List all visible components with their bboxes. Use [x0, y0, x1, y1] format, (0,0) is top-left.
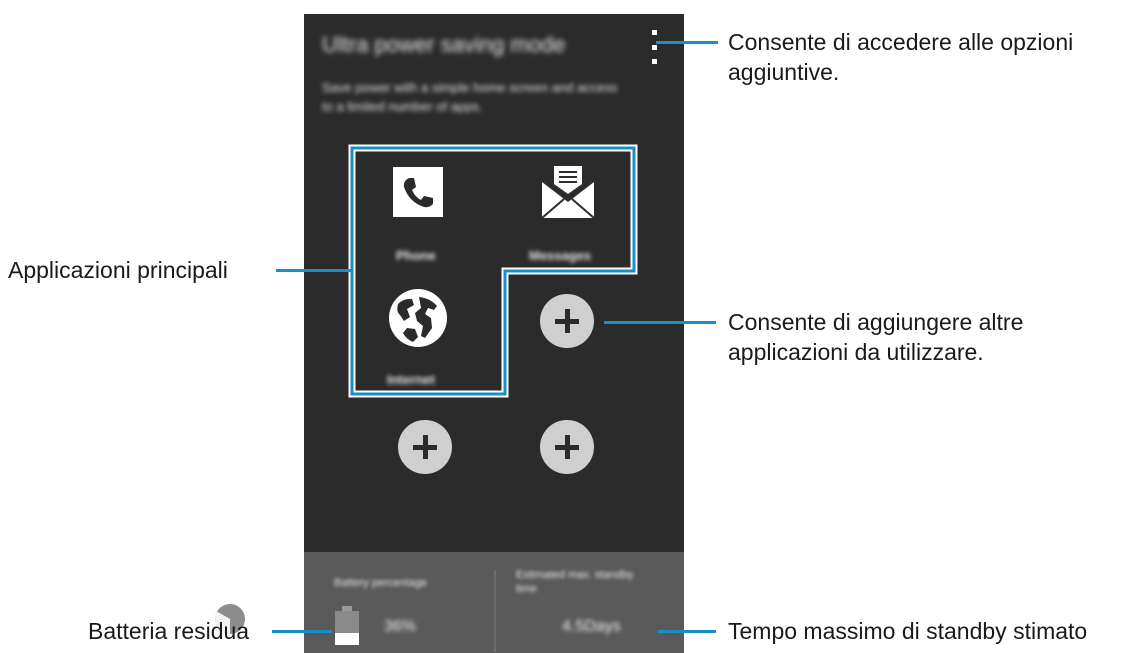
app-phone[interactable]: Phone	[374, 162, 464, 263]
callout-line-main-apps	[276, 269, 352, 272]
callout-line-add-apps	[604, 321, 716, 324]
divider	[494, 570, 496, 652]
envelope-icon	[541, 166, 595, 219]
app-label-phone: Phone	[396, 248, 436, 263]
callout-battery: Batteria residua	[88, 618, 250, 644]
add-app-button[interactable]	[540, 294, 594, 348]
callout-line-battery	[272, 630, 332, 633]
add-app-button[interactable]	[398, 420, 452, 474]
globe-icon	[389, 289, 447, 347]
add-app-button[interactable]	[540, 420, 594, 474]
app-internet[interactable]: Internet	[374, 286, 484, 387]
app-label-internet: Internet	[387, 372, 435, 387]
callout-line-options	[656, 41, 718, 44]
status-bar: Battery percentage 36% Estimated max. st…	[304, 552, 684, 653]
callout-add-apps: Consente di aggiungere altre applicazion…	[728, 309, 1024, 365]
standby-label: Estimated max. standby time	[516, 569, 634, 595]
standby-value: 4.5Days	[562, 618, 621, 635]
phone-icon	[393, 167, 443, 217]
app-label-messages: Messages	[529, 248, 592, 263]
callout-line-standby	[658, 630, 716, 633]
callout-options: Consente di accedere alle opzioni aggiun…	[728, 29, 1074, 85]
battery-label: Battery percentage	[334, 577, 427, 589]
app-messages[interactable]: Messages	[514, 162, 624, 263]
callout-main-apps: Applicazioni principali	[8, 257, 228, 283]
battery-value: 36%	[384, 618, 417, 635]
battery-icon	[335, 606, 359, 645]
phone-screen: Ultra power saving mode Save power with …	[304, 14, 684, 653]
callout-standby: Tempo massimo di standby stimato	[728, 618, 1088, 644]
